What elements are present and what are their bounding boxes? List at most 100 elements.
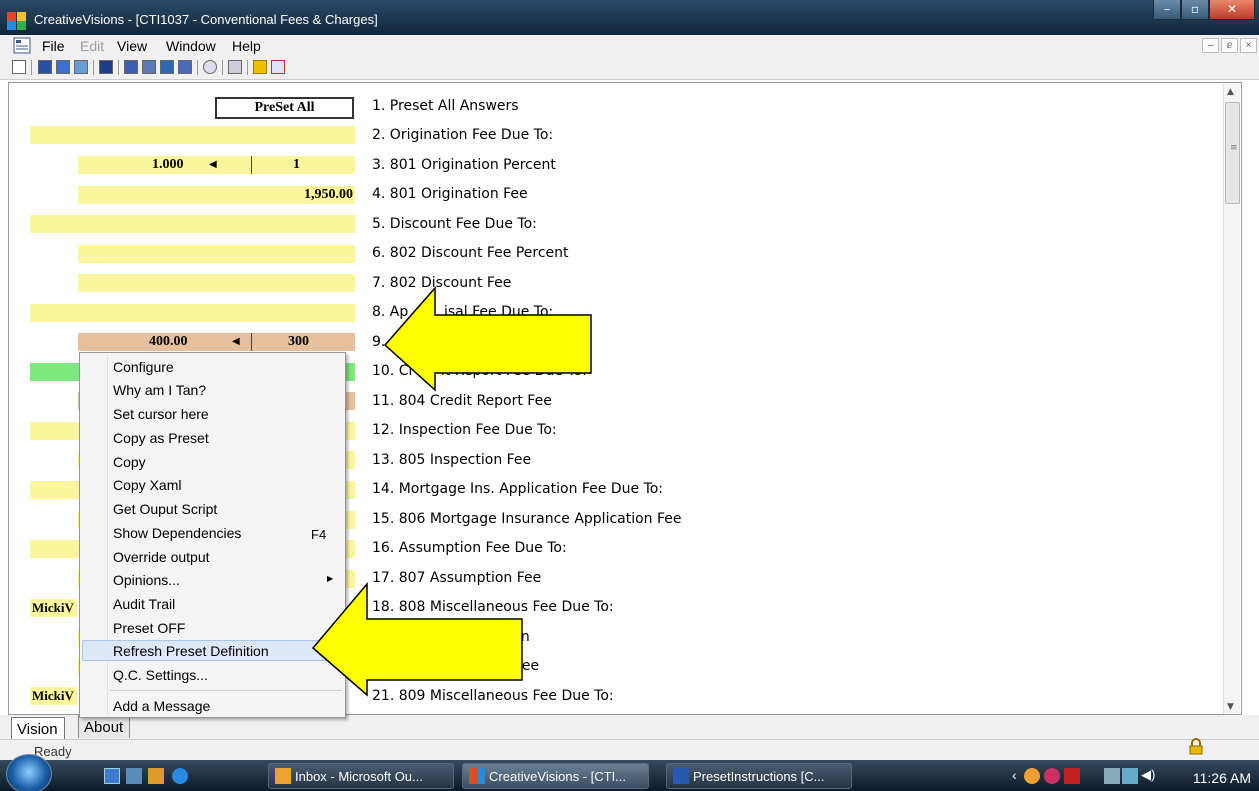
taskbar-item-creativevisions[interactable]: CreativeVisions - [CTI...: [462, 763, 649, 789]
toolbar-separator: [31, 60, 32, 75]
vertical-scrollbar[interactable]: ▲ ≡ ▼: [1223, 84, 1240, 714]
taskbar-item-inbox[interactable]: Inbox - Microsoft Ou...: [268, 763, 454, 789]
maximize-button[interactable]: ▫: [1181, 0, 1209, 20]
grid-tool-icon[interactable]: [160, 60, 174, 74]
tray-app-icon[interactable]: [1024, 768, 1040, 784]
menu-item-copy-as-preset[interactable]: Copy as Preset: [113, 430, 209, 452]
pen-tool-icon[interactable]: [271, 60, 285, 74]
field-value: 300: [288, 334, 309, 349]
menu-item-why-tan[interactable]: Why am I Tan?: [113, 382, 206, 404]
tray-app-icon[interactable]: [1104, 768, 1120, 784]
field-value: 400.00: [149, 334, 188, 349]
annotation-arrow-lower: [311, 582, 523, 697]
menu-item-get-output-script[interactable]: Get Ouput Script: [113, 501, 217, 523]
preset-all-button[interactable]: PreSet All: [215, 97, 354, 119]
menu-item-copy[interactable]: Copy: [113, 454, 146, 476]
h-tool-icon[interactable]: [99, 60, 113, 74]
scrollbar-thumb[interactable]: ≡: [1225, 102, 1240, 204]
mdi-controls: – ⅇ ×: [1202, 38, 1257, 53]
question-label: 1. Preset All Answers: [372, 98, 519, 114]
status-bar: Ready: [0, 738, 1259, 760]
taskbar-item-label: Inbox - Microsoft Ou...: [295, 769, 423, 784]
menu-item-show-dependencies[interactable]: Show Dependencies: [113, 525, 241, 547]
window-title-bar: CreativeVisions - [CTI1037 - Conventiona…: [0, 0, 1259, 35]
misc-fee-due-to-value[interactable]: MickiV: [30, 599, 77, 617]
minimize-button[interactable]: –: [1153, 0, 1181, 20]
menu-item-configure[interactable]: Configure: [113, 359, 174, 381]
tray-expand-icon[interactable]: ‹: [1012, 767, 1017, 783]
appraisal-fee-field[interactable]: 400.00 ◀ 300: [78, 333, 355, 351]
d-tool-icon[interactable]: [56, 60, 70, 74]
app-icon[interactable]: [6, 9, 28, 31]
clock[interactable]: 11:26 AM: [1193, 770, 1251, 786]
taskbar: Inbox - Microsoft Ou... CreativeVisions …: [0, 754, 1259, 791]
appraisal-fee-due-to-field[interactable]: [30, 304, 355, 322]
question-label: 13. 805 Inspection Fee: [372, 452, 532, 468]
mdi-restore-button[interactable]: ⅇ: [1221, 38, 1238, 53]
print-tool-icon[interactable]: [228, 60, 242, 74]
annotation-arrow-upper: [383, 286, 592, 392]
question-label: 6. 802 Discount Fee Percent: [372, 245, 569, 261]
menu-item-opinions[interactable]: Opinions...: [113, 572, 180, 594]
question-label: 12. Inspection Fee Due To:: [372, 422, 557, 438]
tab-vision[interactable]: Vision: [11, 717, 65, 739]
bold-tool-icon[interactable]: [38, 60, 52, 74]
toolbar: [0, 56, 1259, 80]
menu-item-audit-trail[interactable]: Audit Trail: [113, 596, 175, 618]
question-label: 5. Discount Fee Due To:: [372, 216, 537, 232]
taskbar-item-presetinstructions[interactable]: PresetInstructions [C...: [666, 763, 852, 789]
scroll-up-icon[interactable]: ▲: [1227, 87, 1234, 97]
switch-windows-icon[interactable]: [126, 768, 142, 784]
menu-window[interactable]: Window: [166, 38, 216, 54]
discount-percent-field[interactable]: [78, 245, 355, 263]
menu-edit[interactable]: Edit: [80, 38, 104, 54]
origination-percent-field[interactable]: 1.000 ◀ 1: [78, 156, 355, 174]
misc-fee-2-due-to-value[interactable]: MickiV: [30, 687, 77, 705]
tray-app-icon[interactable]: [1064, 768, 1080, 784]
menu-item-preset-off[interactable]: Preset OFF: [113, 620, 185, 642]
internet-explorer-icon[interactable]: [172, 768, 188, 784]
left-arrow-icon[interactable]: ◀: [209, 159, 217, 170]
system-tray: ‹ ◀) 11:26 AM: [1008, 762, 1259, 791]
origination-fee-due-to-field[interactable]: [30, 126, 355, 144]
menu-bar: File Edit View Window Help – ⅇ ×: [0, 35, 1259, 56]
tray-app-icon[interactable]: [1044, 768, 1060, 784]
menu-item-copy-xaml[interactable]: Copy Xaml: [113, 477, 181, 499]
start-orb-icon[interactable]: [6, 754, 52, 791]
origination-fee-field[interactable]: 1,950.00: [78, 186, 355, 204]
scroll-down-icon[interactable]: ▼: [1227, 702, 1234, 712]
left-arrow-icon[interactable]: ◀: [232, 336, 240, 347]
users-tool-icon[interactable]: [124, 60, 138, 74]
menu-gutter: [107, 355, 108, 715]
speaker-icon[interactable]: ◀): [1141, 767, 1155, 783]
menu-separator: [110, 690, 342, 691]
menu-item-add-message[interactable]: Add a Message: [113, 698, 210, 720]
document-icon[interactable]: [13, 37, 33, 54]
bulb-tool-icon[interactable]: [203, 60, 217, 74]
toolbar-separator: [197, 60, 198, 75]
discount-fee-field[interactable]: [78, 274, 355, 292]
taskbar-item-label: CreativeVisions - [CTI...: [489, 769, 627, 784]
menu-item-qc-settings[interactable]: Q.C. Settings...: [113, 667, 208, 689]
close-button[interactable]: ✕: [1209, 0, 1255, 20]
quicklaunch-icon[interactable]: [148, 768, 164, 784]
creativevisions-icon: [469, 768, 485, 784]
show-desktop-icon[interactable]: [104, 768, 120, 784]
mdi-minimize-button[interactable]: –: [1202, 38, 1219, 53]
settings-tool-icon[interactable]: [142, 60, 156, 74]
key-tool-icon[interactable]: [253, 60, 267, 74]
table-tool-icon[interactable]: [178, 60, 192, 74]
menu-file[interactable]: File: [42, 38, 65, 54]
doc-tool-icon[interactable]: [12, 60, 26, 74]
mdi-close-button[interactable]: ×: [1240, 38, 1257, 53]
menu-help[interactable]: Help: [232, 38, 261, 54]
discount-fee-due-to-field[interactable]: [30, 215, 355, 233]
window-controls: – ▫ ✕: [1153, 0, 1255, 21]
network-icon[interactable]: [1122, 768, 1138, 784]
menu-view[interactable]: View: [117, 38, 147, 54]
menu-item-override-output[interactable]: Override output: [113, 549, 210, 571]
window-title: CreativeVisions - [CTI1037 - Conventiona…: [34, 12, 378, 27]
menu-item-refresh-preset-definition[interactable]: Refresh Preset Definition: [113, 643, 269, 665]
menu-item-set-cursor[interactable]: Set cursor here: [113, 406, 209, 428]
wave-tool-icon[interactable]: [74, 60, 88, 74]
